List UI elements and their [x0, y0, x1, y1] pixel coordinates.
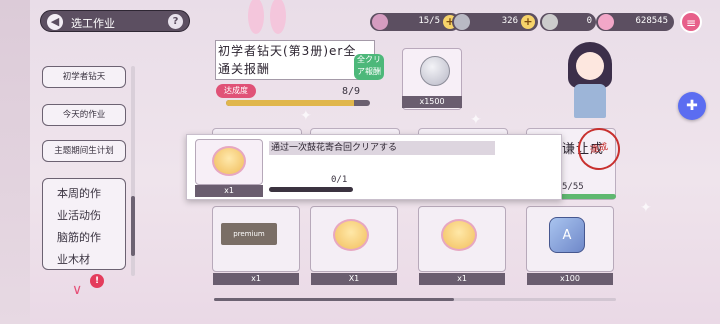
title-bar: ◀ 选工作业 ?	[40, 10, 190, 32]
silver-coin-icon	[454, 14, 470, 30]
reward-card[interactable]: premium x1	[212, 206, 300, 285]
character-face	[576, 52, 604, 80]
left-stripe	[0, 0, 30, 324]
reward-card[interactable]: A x100	[526, 206, 614, 285]
popup-item-slot	[195, 139, 263, 185]
sparkle-icon: ✦	[640, 200, 652, 216]
popup-progress-value: 0/1	[331, 175, 348, 185]
task-popup: x1 通过一次鼓花寄合回クリアする 0/1	[186, 134, 562, 200]
bunny-ears-decoration	[248, 0, 286, 34]
popup-progress-bar	[269, 187, 353, 192]
add-button[interactable]: +	[521, 15, 535, 29]
clear-reward-badge: 全クリア報酬	[354, 54, 384, 80]
character-portrait	[564, 40, 616, 120]
notification-badge: !	[90, 274, 104, 288]
card-quantity: x1	[419, 273, 505, 285]
back-arrow-icon[interactable]: ◀	[47, 14, 63, 30]
card-quantity: X1	[311, 273, 397, 285]
horizontal-scrollbar[interactable]	[214, 298, 616, 301]
sidebar-scrollbar[interactable]	[131, 66, 135, 276]
sidebar-item-theme[interactable]: 主题期间生计划	[42, 140, 126, 162]
pudding-icon	[212, 146, 246, 176]
scroll-thumb[interactable]	[214, 298, 454, 301]
gray-token-icon	[542, 14, 558, 30]
card-quantity: x100	[527, 273, 613, 285]
reward-quantity: x1500	[402, 96, 462, 108]
progress-value: 8/9	[342, 86, 361, 97]
chevron-down-icon[interactable]: ∨	[72, 282, 82, 298]
help-button[interactable]: ?	[168, 14, 183, 29]
popup-description: 通过一次鼓花寄合回クリアする	[269, 141, 495, 155]
sparkle-icon: ✦	[470, 112, 482, 128]
puzzle-piece-icon: A	[549, 217, 585, 253]
sparkle-icon: ✦	[300, 108, 312, 124]
reward-card[interactable]: x1	[418, 206, 506, 285]
resource-gem: 628545	[596, 13, 674, 31]
sidebar-item-beginner[interactable]: 初学者钻天	[42, 66, 126, 88]
character-body	[574, 84, 606, 118]
premium-ticket-icon: premium	[221, 223, 277, 245]
quest-title: 初学者钻天(第3册)er全通关报酬	[218, 44, 357, 76]
chat-bubble-icon[interactable]: ✚	[678, 92, 706, 120]
popup-item-quantity: x1	[195, 185, 263, 197]
page-title: 选工作业	[71, 17, 115, 30]
task-count: 5/55	[562, 182, 584, 192]
resource-value: 326	[501, 16, 518, 26]
resource-silver-coin: 326 +	[452, 13, 538, 31]
resource-value: 628545	[635, 16, 668, 26]
resource-value: 0	[586, 16, 592, 26]
resource-token: 0	[540, 13, 596, 31]
card-quantity: x1	[213, 273, 299, 285]
progress-label: 达成度	[216, 84, 256, 98]
pink-gem-icon	[598, 14, 614, 30]
silver-coin-icon	[420, 56, 450, 86]
sidebar-item-today[interactable]: 今天的作业	[42, 104, 126, 126]
hamburger-menu-icon[interactable]: ≡	[680, 11, 702, 33]
pudding-icon	[441, 219, 477, 251]
progress-bar	[226, 100, 370, 106]
scroll-thumb[interactable]	[131, 196, 135, 256]
resource-value: 15/5	[418, 16, 440, 26]
pink-coin-icon	[372, 14, 388, 30]
reward-card[interactable]: X1	[310, 206, 398, 285]
resource-pink-coin: 15/5 +	[370, 13, 460, 31]
sidebar-item-weekly[interactable]: 本周的作业活动伤脑筋的作业木材	[42, 178, 126, 270]
task-progress-bar	[560, 194, 616, 199]
progress-fill	[226, 100, 355, 106]
pudding-icon	[333, 219, 369, 251]
sidebar-item-label: 本周的作业活动伤脑筋的作业木材	[57, 187, 101, 266]
